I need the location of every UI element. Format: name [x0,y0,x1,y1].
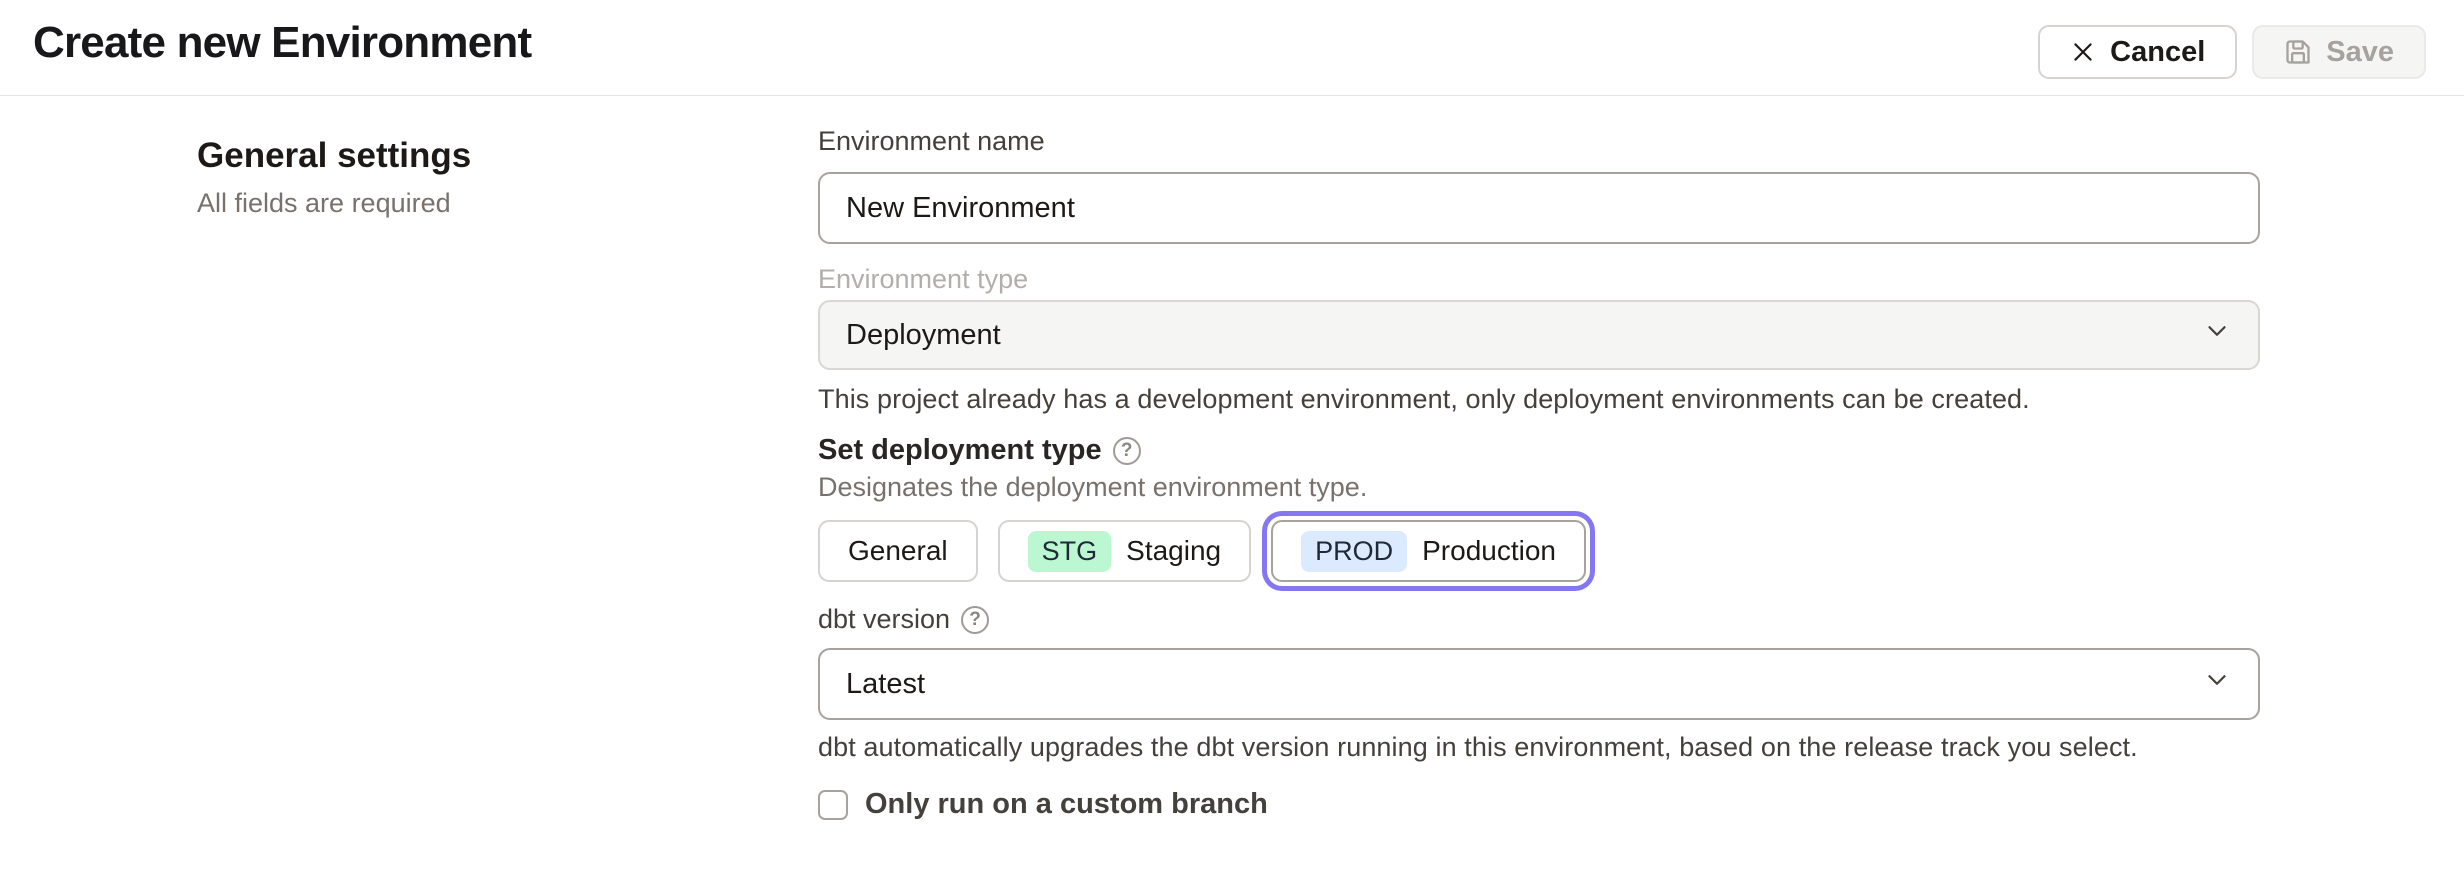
dbt-version-label: dbt version ? [818,604,989,635]
chevron-down-icon [2202,665,2232,703]
environment-type-value: Deployment [846,319,1001,352]
staging-badge: STG [1028,531,1112,572]
environment-name-label: Environment name [818,126,1045,157]
option-label: General [848,535,948,567]
help-icon[interactable]: ? [1113,437,1141,465]
custom-branch-row: Only run on a custom branch [818,788,1268,821]
cancel-button-label: Cancel [2110,36,2205,69]
deployment-type-options: General STG Staging PROD Production [818,520,1586,582]
environment-type-helper: This project already has a development e… [818,384,2030,415]
save-icon [2284,38,2312,66]
deployment-type-description: Designates the deployment environment ty… [818,472,1367,503]
custom-branch-checkbox[interactable] [818,790,848,820]
close-icon [2070,39,2096,65]
production-badge: PROD [1301,531,1407,572]
page-title: Create new Environment [33,18,531,68]
save-button-label: Save [2326,36,2394,69]
dbt-version-helper: dbt automatically upgrades the dbt versi… [818,732,2138,763]
option-label: Staging [1126,535,1221,567]
environment-type-select[interactable]: Deployment [818,300,2260,370]
general-settings-subheading: All fields are required [197,188,451,219]
header-actions: Cancel Save [2038,25,2426,79]
deployment-type-option-staging[interactable]: STG Staging [998,520,1251,582]
dbt-version-value: Latest [846,668,925,701]
environment-name-input[interactable] [818,172,2260,244]
page-header: Create new Environment Cancel Save [0,0,2464,96]
save-button[interactable]: Save [2252,25,2426,79]
environment-type-label: Environment type [818,264,1028,295]
custom-branch-label: Only run on a custom branch [865,788,1268,821]
deployment-type-label: Set deployment type ? [818,434,1141,467]
dbt-version-select[interactable]: Latest [818,648,2260,720]
help-icon[interactable]: ? [961,606,989,634]
cancel-button[interactable]: Cancel [2038,25,2237,79]
chevron-down-icon [2202,316,2232,354]
deployment-type-option-production[interactable]: PROD Production [1271,520,1586,582]
deployment-type-option-general[interactable]: General [818,520,978,582]
general-settings-heading: General settings [197,136,471,176]
option-label: Production [1422,535,1556,567]
